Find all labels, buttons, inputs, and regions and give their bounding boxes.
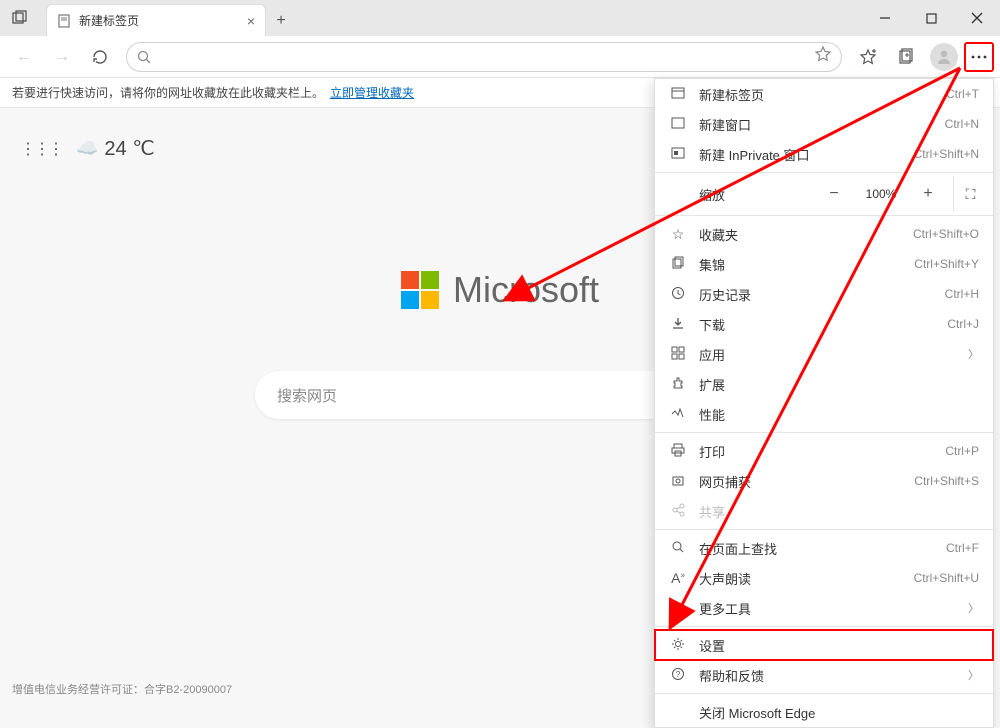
gear-icon: [669, 637, 687, 654]
download-icon: [669, 316, 687, 333]
chevron-right-icon: 〉: [968, 667, 979, 683]
menu-print[interactable]: 打印 Ctrl+P: [655, 436, 993, 466]
minimize-button[interactable]: [862, 0, 908, 36]
url-input[interactable]: [126, 42, 842, 72]
extensions-icon: [669, 376, 687, 393]
cloud-icon: ☁️: [76, 138, 98, 159]
titlebar: 新建标签页 × +: [0, 0, 1000, 36]
capture-icon: [669, 473, 687, 490]
menu-capture[interactable]: 网页捕获 Ctrl+Shift+S: [655, 466, 993, 496]
address-bar: ← →: [0, 36, 1000, 78]
weather-widget[interactable]: ☁️ 24 ℃: [76, 136, 155, 161]
menu-new-tab[interactable]: 新建标签页 Ctrl+T: [655, 79, 993, 109]
forward-button: →: [44, 39, 80, 75]
new-window-icon: [669, 116, 687, 133]
history-icon: [669, 286, 687, 303]
menu-zoom: 缩放 − 100% + ⛶: [655, 176, 993, 212]
browser-tab[interactable]: 新建标签页 ×: [46, 4, 266, 36]
apps-grid-button[interactable]: ⋮⋮⋮: [20, 139, 62, 159]
tab-close-button[interactable]: ×: [247, 13, 255, 29]
temperature: 24 ℃: [104, 136, 154, 161]
close-window-button[interactable]: [954, 0, 1000, 36]
read-aloud-icon: A»: [669, 570, 687, 586]
window-controls: [862, 0, 1000, 36]
profile-button[interactable]: [926, 39, 962, 75]
tab-title: 新建标签页: [79, 12, 139, 29]
menu-history[interactable]: 历史记录 Ctrl+H: [655, 279, 993, 309]
avatar-icon: [935, 48, 953, 66]
menu-new-window[interactable]: 新建窗口 Ctrl+N: [655, 109, 993, 139]
menu-favorites[interactable]: ☆ 收藏夹 Ctrl+Shift+O: [655, 219, 993, 249]
menu-share: 共享: [655, 496, 993, 526]
menu-collections[interactable]: 集锦 Ctrl+Shift+Y: [655, 249, 993, 279]
collections-button[interactable]: [888, 39, 924, 75]
menu-new-inprivate[interactable]: 新建 InPrivate 窗口 Ctrl+Shift+N: [655, 139, 993, 169]
share-icon: [669, 503, 687, 520]
refresh-icon: [92, 49, 108, 65]
performance-icon: [669, 406, 687, 423]
back-button: ←: [6, 39, 42, 75]
tab-actions-icon: [12, 10, 28, 26]
menu-performance[interactable]: 性能: [655, 399, 993, 429]
star-icon: ☆: [669, 226, 687, 243]
menu-find[interactable]: 在页面上查找 Ctrl+F: [655, 533, 993, 563]
menu-settings[interactable]: 设置: [655, 630, 993, 660]
menu-more-tools[interactable]: 更多工具 〉: [655, 593, 993, 623]
page-icon: [57, 14, 71, 28]
search-placeholder: 搜索网页: [277, 385, 337, 406]
manage-bookmarks-link[interactable]: 立即管理收藏夹: [330, 84, 414, 101]
new-tab-icon: [669, 86, 687, 103]
svg-text:?: ?: [676, 670, 681, 679]
find-icon: [669, 540, 687, 557]
more-icon: [971, 55, 987, 59]
zoom-in-button[interactable]: +: [915, 185, 941, 203]
more-button[interactable]: [964, 42, 994, 72]
bookmarks-hint: 若要进行快速访问，请将你的网址收藏放在此收藏夹栏上。: [12, 84, 324, 101]
menu-downloads[interactable]: 下载 Ctrl+J: [655, 309, 993, 339]
zoom-out-button[interactable]: −: [821, 185, 847, 203]
maximize-button[interactable]: [908, 0, 954, 36]
settings-menu: 新建标签页 Ctrl+T 新建窗口 Ctrl+N 新建 InPrivate 窗口…: [654, 78, 994, 728]
chevron-right-icon: 〉: [968, 600, 979, 616]
menu-help[interactable]: ? 帮助和反馈 〉: [655, 660, 993, 690]
refresh-button[interactable]: [82, 39, 118, 75]
menu-read-aloud[interactable]: A» 大声朗读 Ctrl+Shift+U: [655, 563, 993, 593]
search-icon: [137, 50, 151, 64]
chevron-right-icon: 〉: [968, 346, 979, 362]
new-tab-button[interactable]: +: [266, 6, 296, 36]
collections-icon: [669, 256, 687, 273]
tab-actions-button[interactable]: [0, 0, 40, 36]
favorites-button[interactable]: [850, 39, 886, 75]
fullscreen-button[interactable]: ⛶: [953, 176, 979, 212]
print-icon: [669, 443, 687, 460]
footer-license: 增值电信业务经营许可证：合字B2-20090007: [12, 681, 232, 697]
inprivate-icon: [669, 146, 687, 163]
menu-extensions[interactable]: 扩展: [655, 369, 993, 399]
microsoft-logo-icon: [401, 271, 439, 309]
favorite-star-button[interactable]: [815, 46, 831, 67]
apps-icon: [669, 346, 687, 363]
brand-text: Microsoft: [453, 269, 599, 311]
help-icon: ?: [669, 667, 687, 684]
menu-apps[interactable]: 应用 〉: [655, 339, 993, 369]
zoom-value: 100%: [859, 187, 903, 201]
